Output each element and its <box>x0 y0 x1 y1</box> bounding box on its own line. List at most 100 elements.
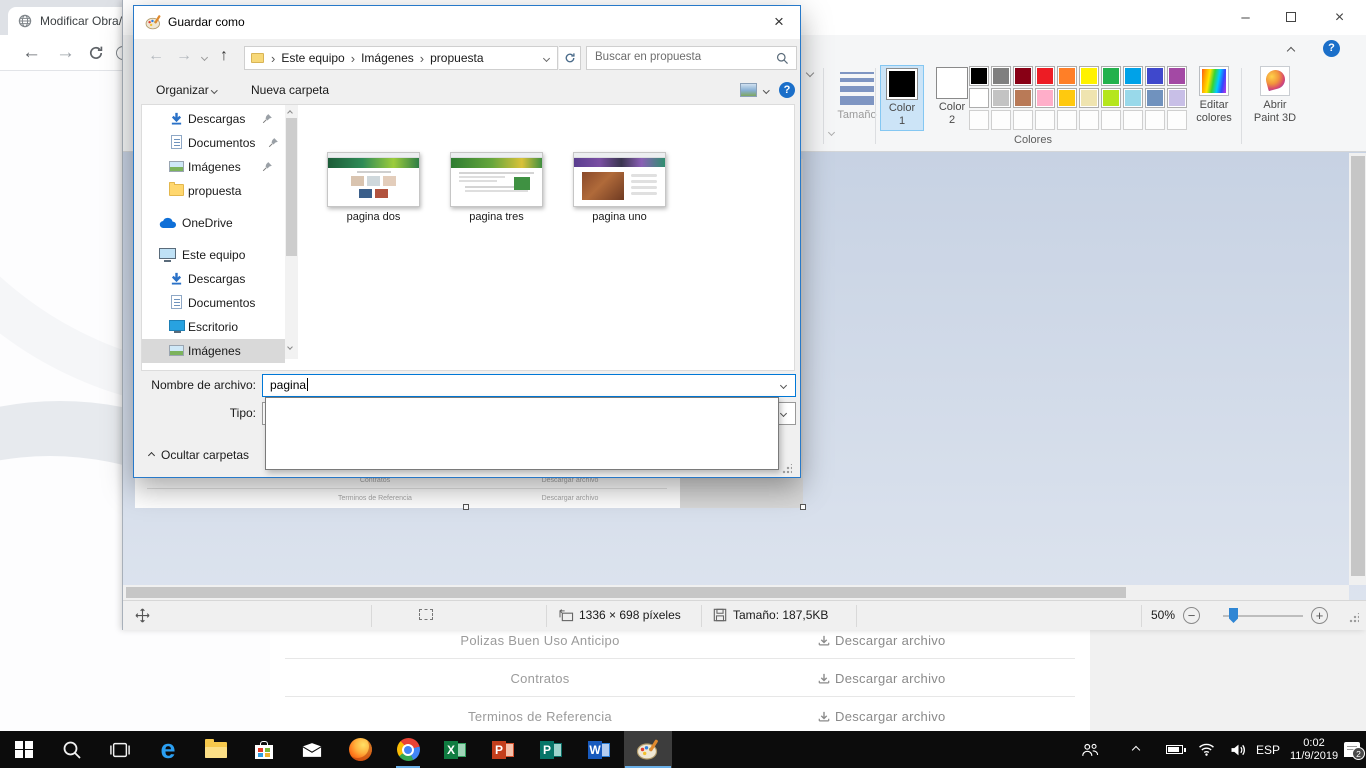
taskbar-word-icon[interactable]: W <box>576 731 624 768</box>
start-button[interactable] <box>0 731 48 768</box>
taskbar-edge-icon[interactable]: e <box>144 731 192 768</box>
sidebar-item-escritorio[interactable]: Escritorio <box>142 315 285 339</box>
palette-empty-slot[interactable] <box>1167 110 1187 130</box>
dialog-help-icon[interactable]: ? <box>779 82 795 98</box>
palette-swatch[interactable] <box>969 66 989 86</box>
horizontal-scrollbar[interactable] <box>123 585 1349 600</box>
palette-swatch[interactable] <box>1101 66 1121 86</box>
scrollbar-thumb[interactable] <box>126 587 1126 598</box>
action-center-button[interactable]: 2 <box>1338 731 1366 768</box>
palette-swatch[interactable] <box>1035 88 1055 108</box>
taskbar-publisher-icon[interactable]: P <box>528 731 576 768</box>
forward-icon[interactable]: → <box>56 35 75 71</box>
filename-input[interactable]: pagina <box>262 374 796 397</box>
file-item[interactable]: pagina uno <box>558 152 681 223</box>
filename-autocomplete-dropdown[interactable] <box>265 397 779 470</box>
palette-swatch[interactable] <box>1079 88 1099 108</box>
palette-swatch[interactable] <box>1035 66 1055 86</box>
vertical-scrollbar[interactable] <box>1349 153 1366 585</box>
nav-back-icon[interactable]: ← <box>148 47 164 65</box>
sidebar-item-documentos-2[interactable]: Documentos <box>142 291 285 315</box>
palette-empty-slot[interactable] <box>1145 110 1165 130</box>
palette-swatch[interactable] <box>1013 66 1033 86</box>
taskbar-excel-icon[interactable]: X <box>432 731 480 768</box>
close-button[interactable]: × <box>1317 0 1362 35</box>
edit-colors-button[interactable]: Editarcolores <box>1191 65 1237 131</box>
file-item[interactable]: pagina tres <box>435 152 558 223</box>
minimize-button[interactable]: – <box>1223 0 1268 35</box>
file-item[interactable]: pagina dos <box>312 152 435 223</box>
tray-wifi-icon[interactable] <box>1190 731 1222 768</box>
palette-swatch[interactable] <box>991 88 1011 108</box>
tray-language-indicator[interactable]: ESP <box>1250 731 1286 768</box>
palette-swatch[interactable] <box>1079 66 1099 86</box>
window-resize-grip[interactable] <box>1349 613 1359 623</box>
taskbar-chrome-icon[interactable] <box>384 731 432 768</box>
breadcrumb-item[interactable]: propuesta <box>430 51 483 65</box>
palette-swatch[interactable] <box>991 66 1011 86</box>
scrollbar-thumb[interactable] <box>1351 156 1365 576</box>
zoom-out-button[interactable]: − <box>1183 607 1200 624</box>
palette-swatch[interactable] <box>1013 88 1033 108</box>
dialog-close-button[interactable]: × <box>762 6 796 39</box>
tray-battery-icon[interactable] <box>1158 731 1190 768</box>
download-link[interactable]: Descargar archivo <box>818 633 946 648</box>
taskbar-file-explorer-icon[interactable] <box>192 731 240 768</box>
palette-swatch[interactable] <box>1057 66 1077 86</box>
taskbar-mail-icon[interactable] <box>288 731 336 768</box>
palette-swatch[interactable] <box>1167 66 1187 86</box>
sidebar-item-descargas[interactable]: Descargas <box>142 107 285 131</box>
type-dropdown-icon[interactable] <box>780 410 787 417</box>
palette-swatch[interactable] <box>969 88 989 108</box>
sidebar-item-onedrive[interactable]: OneDrive <box>142 211 285 235</box>
dialog-resize-grip[interactable] <box>782 464 792 474</box>
collapse-ribbon-icon[interactable] <box>1287 47 1295 55</box>
zoom-in-button[interactable]: + <box>1311 607 1328 624</box>
nav-forward-icon[interactable]: → <box>176 47 192 65</box>
tray-clock[interactable]: 0:0211/9/2019 <box>1286 731 1342 768</box>
palette-empty-slot[interactable] <box>991 110 1011 130</box>
filename-dropdown-icon[interactable] <box>780 382 787 389</box>
sidebar-item-imagenes-2[interactable]: Imágenes <box>142 339 285 363</box>
zoom-slider-thumb[interactable] <box>1229 608 1238 623</box>
palette-swatch[interactable] <box>1145 66 1165 86</box>
palette-empty-slot[interactable] <box>1123 110 1143 130</box>
help-icon[interactable]: ? <box>1323 40 1340 57</box>
back-icon[interactable]: ← <box>22 35 41 71</box>
taskbar-store-icon[interactable] <box>240 731 288 768</box>
taskbar-powerpoint-icon[interactable]: P <box>480 731 528 768</box>
organize-button[interactable]: Organizar <box>156 83 217 97</box>
scroll-down-icon[interactable] <box>287 344 293 350</box>
search-box[interactable]: Buscar en propuesta <box>586 46 797 70</box>
shapes-gallery-arrow-icon[interactable] <box>806 69 814 77</box>
address-dropdown-icon[interactable] <box>543 55 550 62</box>
sidebar-item-este-equipo[interactable]: Este equipo <box>142 243 285 267</box>
view-dropdown-icon[interactable] <box>763 87 769 93</box>
color1-button[interactable]: Color1 <box>880 65 924 131</box>
task-view-button[interactable] <box>96 731 144 768</box>
nav-up-icon[interactable]: ↑ <box>220 47 228 65</box>
tray-chevron-up[interactable] <box>1120 731 1152 768</box>
palette-swatch[interactable] <box>1123 88 1143 108</box>
size-button[interactable]: Tamaño <box>829 64 885 148</box>
sidebar-item-documentos[interactable]: Documentos <box>142 131 285 155</box>
palette-empty-slot[interactable] <box>1035 110 1055 130</box>
taskbar-paint-button[interactable] <box>624 731 672 768</box>
palette-empty-slot[interactable] <box>1079 110 1099 130</box>
color2-button[interactable]: Color2 <box>930 65 974 131</box>
hide-folders-button[interactable]: Ocultar carpetas <box>149 448 249 462</box>
palette-swatch[interactable] <box>1101 88 1121 108</box>
sidebar-item-propuesta[interactable]: propuesta <box>142 179 285 203</box>
breadcrumb-item[interactable]: Este equipo <box>281 51 344 65</box>
palette-swatch[interactable] <box>1145 88 1165 108</box>
new-folder-button[interactable]: Nueva carpeta <box>251 83 329 97</box>
palette-swatch[interactable] <box>1123 66 1143 86</box>
palette-empty-slot[interactable] <box>1057 110 1077 130</box>
breadcrumb-item[interactable]: Imágenes <box>361 51 414 65</box>
sidebar-item-imagenes[interactable]: Imágenes <box>142 155 285 179</box>
sidebar-item-descargas-2[interactable]: Descargas <box>142 267 285 291</box>
refresh-button[interactable] <box>559 46 581 70</box>
download-link[interactable]: Descargar archivo <box>818 671 946 686</box>
recent-locations-icon[interactable] <box>201 54 208 61</box>
maximize-button[interactable] <box>1268 0 1313 35</box>
